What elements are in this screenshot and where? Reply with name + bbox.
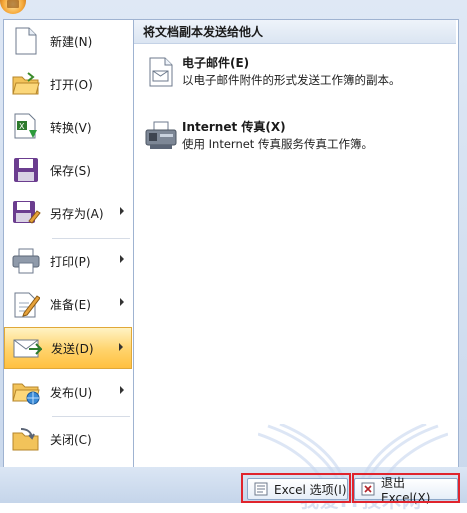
menu-item-new[interactable]: 新建(N) [4, 20, 132, 62]
highlight-box [352, 473, 460, 503]
submenu-arrow-icon [119, 343, 123, 351]
submenu-arrow-icon [120, 298, 124, 306]
printer-icon [10, 245, 42, 277]
email-document-icon [144, 55, 178, 89]
option-internet-fax[interactable]: Internet 传真(X) 使用 Internet 传真服务传真工作簿。 [140, 117, 450, 161]
submenu-arrow-icon [120, 255, 124, 263]
menu-item-save[interactable]: 保存(S) [4, 149, 132, 191]
option-title: Internet 传真(X) [182, 120, 286, 134]
submenu-arrow-icon [120, 207, 124, 215]
menu-item-publish[interactable]: 发布(U) [4, 371, 132, 413]
publish-icon [10, 376, 42, 408]
menu-item-print[interactable]: 打印(P) [4, 240, 132, 282]
fax-machine-icon [144, 119, 178, 153]
svg-text:X: X [19, 122, 25, 131]
menu-item-label: 发送(D) [51, 341, 94, 356]
highlight-box [241, 473, 351, 503]
menu-separator [52, 238, 130, 239]
office-logo-icon [7, 0, 19, 8]
open-folder-icon [10, 68, 42, 100]
send-envelope-icon [11, 332, 43, 364]
menu-item-label: 另存为(A) [50, 206, 104, 221]
menu-item-save-as[interactable]: 另存为(A) [4, 192, 132, 234]
menu-item-close[interactable]: 关闭(C) [4, 418, 132, 460]
menu-item-convert[interactable]: X 转换(V) [4, 106, 132, 148]
menu-item-prepare[interactable]: 准备(E) [4, 283, 132, 325]
menu-item-label: 关闭(C) [50, 432, 92, 447]
menu-item-label: 转换(V) [50, 120, 92, 135]
menu-item-send[interactable]: 发送(D) [4, 327, 132, 369]
panel-title: 将文档副本发送给他人 [134, 20, 456, 44]
menu-item-label: 准备(E) [50, 297, 91, 312]
option-title: 电子邮件(E) [182, 56, 250, 70]
close-folder-icon [10, 423, 42, 455]
menu-item-label: 打开(O) [50, 77, 93, 92]
save-disk-icon [10, 154, 42, 186]
new-document-icon [10, 25, 42, 57]
menu-separator [52, 416, 130, 417]
prepare-pen-icon [10, 288, 42, 320]
menu-item-label: 新建(N) [50, 34, 93, 49]
menu-item-open[interactable]: 打开(O) [4, 63, 132, 105]
submenu-arrow-icon [120, 386, 124, 394]
option-email[interactable]: 电子邮件(E) 以电子邮件附件的形式发送工作簿的副本。 [140, 53, 450, 97]
menu-item-label: 发布(U) [50, 385, 93, 400]
convert-icon: X [10, 111, 42, 143]
menu-item-label: 保存(S) [50, 163, 91, 178]
option-description: 使用 Internet 传真服务传真工作簿。 [182, 137, 373, 151]
menu-item-label: 打印(P) [50, 254, 91, 269]
save-as-icon [10, 197, 42, 229]
option-description: 以电子邮件附件的形式发送工作簿的副本。 [182, 73, 401, 87]
